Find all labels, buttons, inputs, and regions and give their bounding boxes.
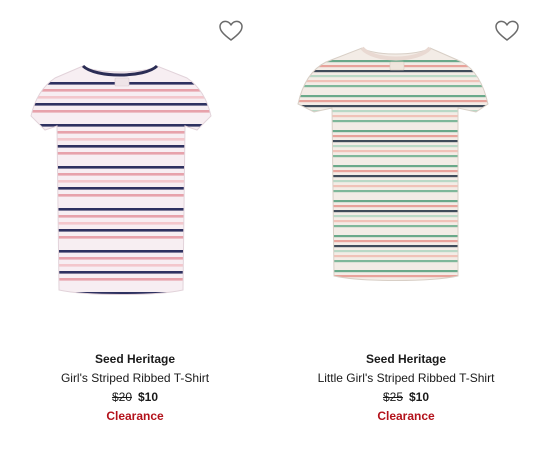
shirt-stripe xyxy=(298,125,488,128)
product-brand: Seed Heritage xyxy=(365,352,447,366)
shirt-stripe xyxy=(31,159,211,162)
shirt-stripe xyxy=(298,175,488,178)
product-image[interactable] xyxy=(15,38,230,308)
shirt-stripe xyxy=(31,96,211,99)
shirt-stripe xyxy=(298,275,488,278)
shirt-stripe xyxy=(31,264,211,267)
shirt-stripe xyxy=(31,215,211,218)
shirt-stripe xyxy=(298,160,488,163)
shirt-stripe xyxy=(31,236,211,239)
shirt-stripe xyxy=(31,173,211,176)
shirt-stripe xyxy=(298,240,488,243)
product-grid: Seed Heritage Girl's Striped Ribbed T-Sh… xyxy=(0,0,541,453)
shirt-stripe xyxy=(31,208,211,211)
clearance-badge: Clearance xyxy=(377,409,435,423)
shirt-stripe xyxy=(31,285,211,288)
shirt-stripe xyxy=(298,170,488,173)
shirt-stripe xyxy=(298,225,488,228)
product-info: Seed Heritage Girl's Striped Ribbed T-Sh… xyxy=(0,351,270,424)
shirt-stripe xyxy=(31,243,211,246)
price-row: $20 $10 xyxy=(0,389,270,405)
shirt-stripe xyxy=(298,90,488,93)
shirt-stripe xyxy=(298,145,488,148)
shirt-stripe xyxy=(298,220,488,223)
shirt-stripe xyxy=(31,194,211,197)
shirt-stripe xyxy=(31,89,211,92)
shirt-stripe xyxy=(298,105,488,108)
product-brand: Seed Heritage xyxy=(94,352,176,366)
product-info: Seed Heritage Little Girl's Striped Ribb… xyxy=(271,351,541,424)
shirt-stripe xyxy=(298,245,488,248)
shirt-stripe xyxy=(298,70,488,73)
shirt-stripe xyxy=(31,222,211,225)
compare-at-price: $20 xyxy=(111,390,132,404)
shirt-stripe xyxy=(298,130,488,133)
shirt-stripe xyxy=(298,135,488,138)
shirt-stripe xyxy=(31,131,211,134)
shirt-stripe xyxy=(31,124,211,127)
shirt-stripe xyxy=(298,95,488,98)
shirt-stripe xyxy=(298,180,488,183)
shirt-stripe xyxy=(298,210,488,213)
shirt-stripe xyxy=(31,271,211,274)
shirt-stripe xyxy=(31,152,211,155)
shirt-stripe xyxy=(31,180,211,183)
product-card: Seed Heritage Girl's Striped Ribbed T-Sh… xyxy=(0,0,270,453)
shirt-stripe xyxy=(298,150,488,153)
shirt-stripe xyxy=(286,285,501,287)
striped-tshirt-image xyxy=(286,46,501,287)
shirt-stripe xyxy=(298,265,488,268)
product-image[interactable] xyxy=(286,38,501,308)
shirt-stripe xyxy=(298,185,488,188)
shirt-stripe xyxy=(31,229,211,232)
shirt-stripe xyxy=(298,165,488,168)
shirt-stripe xyxy=(298,205,488,208)
shirt-stripe xyxy=(31,145,211,148)
shirt-stripe xyxy=(298,250,488,253)
shirt-stripe xyxy=(31,250,211,253)
shirt-stripe xyxy=(31,117,211,120)
shirt-stripe xyxy=(298,230,488,233)
shirt-stripe xyxy=(298,85,488,88)
price-row: $25 $10 xyxy=(271,389,541,405)
shirt-stripe xyxy=(31,187,211,190)
shirt-stripe xyxy=(31,201,211,204)
clearance-badge: Clearance xyxy=(106,409,164,423)
shirt-stripe xyxy=(298,235,488,238)
shirt-stripe xyxy=(31,257,211,260)
product-card: Seed Heritage Little Girl's Striped Ribb… xyxy=(271,0,541,453)
shirt-stripe xyxy=(31,110,211,113)
shirt-stripe xyxy=(298,140,488,143)
shirt-stripe xyxy=(298,80,488,83)
shirt-stripe xyxy=(31,166,211,169)
sale-price: $10 xyxy=(409,390,430,404)
shirt-stripe xyxy=(298,260,488,263)
sale-price: $10 xyxy=(138,390,159,404)
compare-at-price: $25 xyxy=(382,390,403,404)
shirt-stripe xyxy=(298,190,488,193)
shirt-stripe xyxy=(298,195,488,198)
shirt-stripe xyxy=(298,200,488,203)
shirt-stripe xyxy=(298,120,488,123)
shirt-stripe xyxy=(298,115,488,118)
shirt-stripe xyxy=(298,155,488,158)
shirt-stripe xyxy=(298,255,488,258)
shirt-stripe xyxy=(298,100,488,103)
product-name-link[interactable]: Little Girl's Striped Ribbed T-Shirt xyxy=(271,370,541,386)
shirt-stripe xyxy=(31,138,211,141)
shirt-stripe xyxy=(298,215,488,218)
shirt-stripe xyxy=(31,103,211,106)
shirt-stripe xyxy=(298,75,488,78)
product-name-link[interactable]: Girl's Striped Ribbed T-Shirt xyxy=(0,370,270,386)
shirt-stripe xyxy=(31,278,211,281)
shirt-stripe xyxy=(298,270,488,273)
striped-tshirt-image xyxy=(30,64,212,295)
